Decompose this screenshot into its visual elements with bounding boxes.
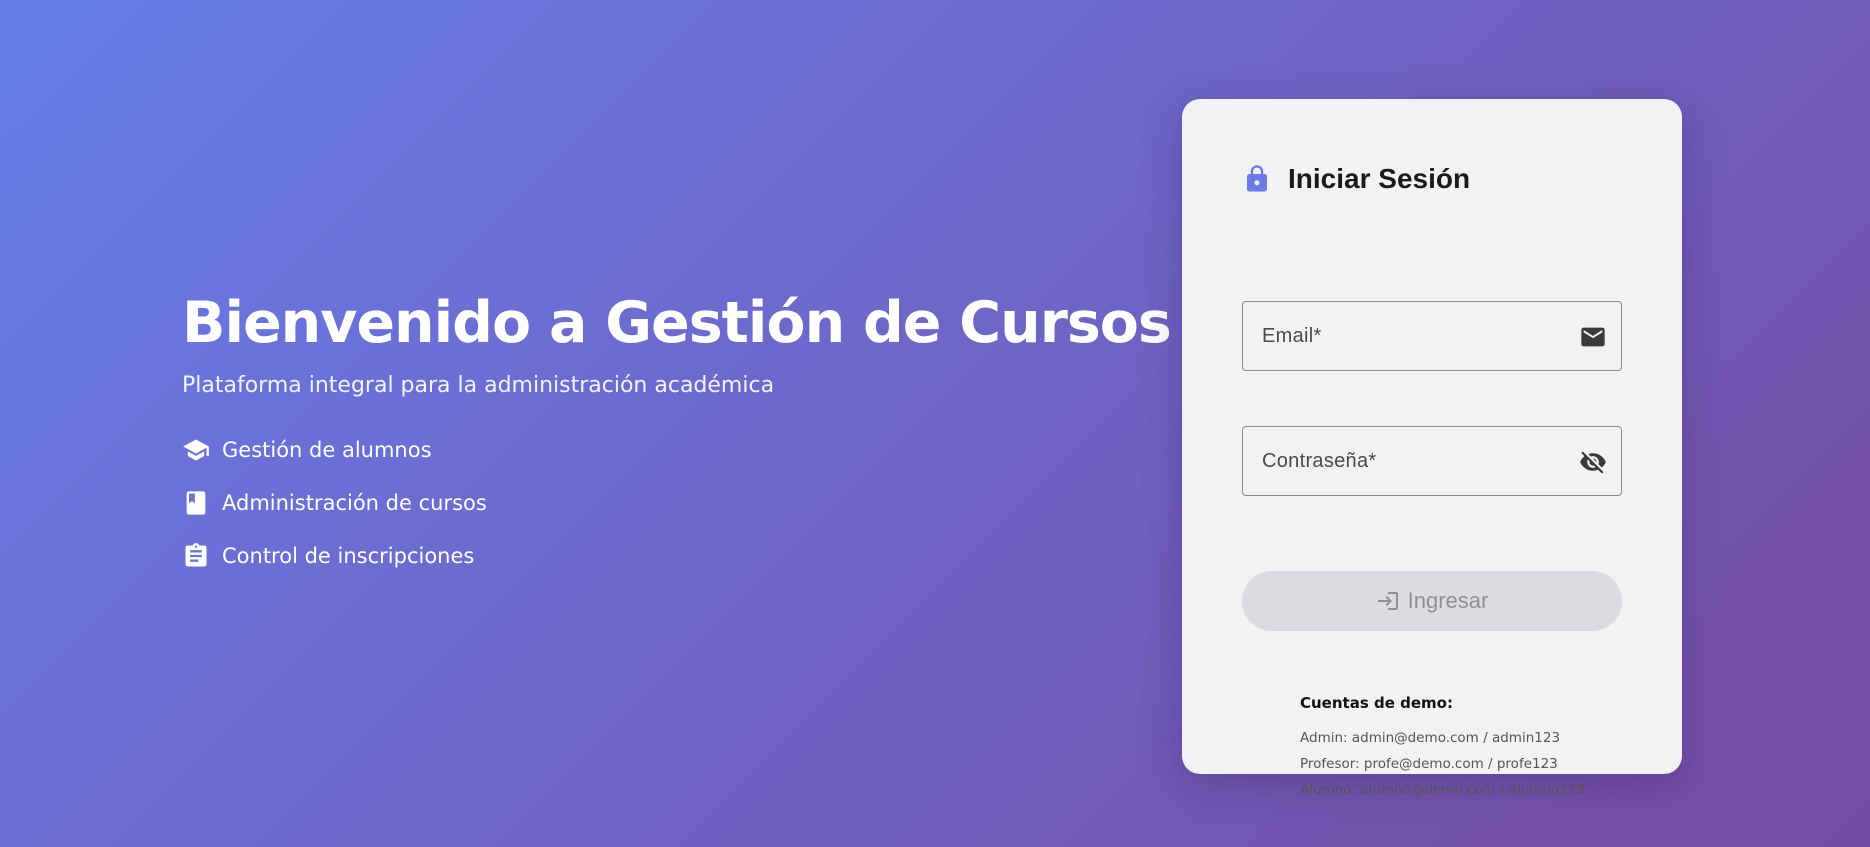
- feature-label: Administración de cursos: [222, 491, 487, 515]
- lock-icon: [1242, 164, 1272, 194]
- demo-account-teacher: Profesor: profe@demo.com / profe123: [1300, 756, 1558, 772]
- login-card: Iniciar Sesión Email* Contraseña* Ingres…: [1182, 99, 1682, 798]
- login-button-label: Ingresar: [1407, 588, 1489, 613]
- graduation-cap-icon: [182, 436, 210, 464]
- login-header: Iniciar Sesión: [1242, 159, 1470, 199]
- email-field[interactable]: Email*: [1242, 301, 1622, 371]
- feature-item-students: Gestión de alumnos: [182, 436, 1082, 464]
- demo-account-admin: Admin: admin@demo.com / admin123: [1300, 730, 1561, 746]
- demo-account-student: Alumno: alumno@demo.com / alumno123: [1300, 782, 1586, 798]
- feature-label: Gestión de alumnos: [222, 438, 432, 462]
- welcome-title: Bienvenido a Gestión de Cursos: [182, 290, 1172, 356]
- email-input[interactable]: [1243, 302, 1621, 370]
- book-icon: [182, 489, 210, 517]
- login-icon: [1376, 589, 1400, 613]
- feature-list: Gestión de alumnos Administración de cur…: [182, 436, 1082, 570]
- mail-icon: [1579, 323, 1607, 351]
- welcome-section: Bienvenido a Gestión de Cursos Plataform…: [182, 288, 1172, 595]
- visibility-off-icon[interactable]: [1579, 448, 1607, 476]
- welcome-subtitle: Plataforma integral para la administraci…: [182, 373, 775, 398]
- demo-accounts: Cuentas de demo: Admin: admin@demo.com /…: [1300, 693, 1585, 803]
- password-field[interactable]: Contraseña*: [1242, 426, 1622, 496]
- feature-label: Control de inscripciones: [222, 544, 475, 568]
- feature-item-courses: Administración de cursos: [182, 489, 1082, 517]
- login-title: Iniciar Sesión: [1288, 163, 1471, 194]
- password-input[interactable]: [1243, 427, 1621, 495]
- clipboard-icon: [182, 542, 210, 570]
- login-button[interactable]: Ingresar: [1242, 571, 1622, 631]
- demo-accounts-title: Cuentas de demo:: [1300, 694, 1453, 712]
- feature-item-enrollments: Control de inscripciones: [182, 542, 1082, 570]
